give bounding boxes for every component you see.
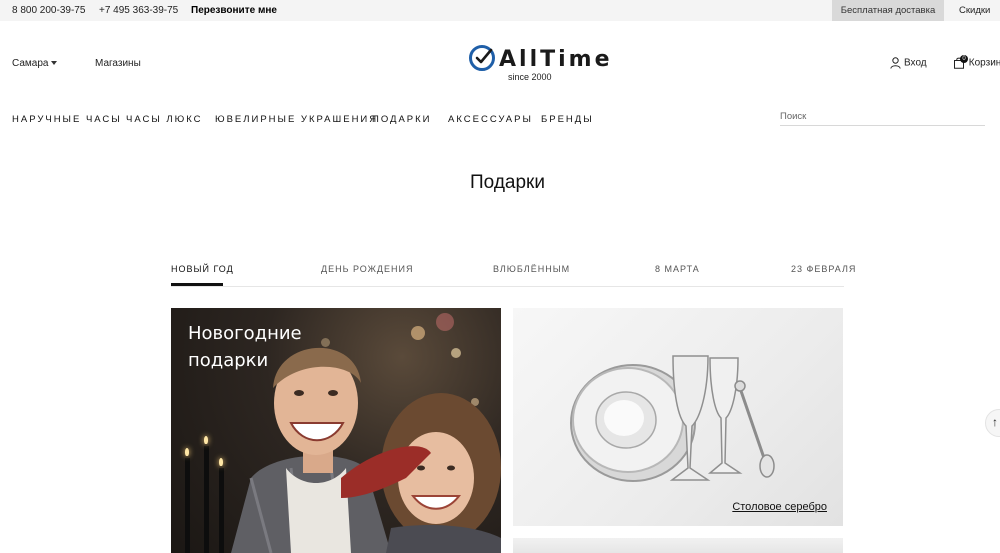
discounts-link[interactable]: Скидки	[959, 5, 990, 16]
arrow-up-icon: ↑	[992, 415, 998, 429]
tab-lovers[interactable]: ВЛЮБЛЁННЫМ	[493, 264, 570, 274]
city-selector[interactable]: Самара	[12, 58, 58, 69]
nav-item-brands[interactable]: БРЕНДЫ	[541, 114, 594, 125]
logo-text: AllTime	[499, 47, 613, 72]
clock-logo-icon	[469, 45, 495, 71]
candle	[185, 458, 190, 553]
phone-2[interactable]: +7 495 363-39-75	[99, 5, 178, 16]
nav-item-jewelry[interactable]: ЮВЕЛИРНЫЕ УКРАШЕНИЯ	[215, 114, 378, 125]
site-logo[interactable]: AllTime since 2000	[468, 42, 610, 86]
tab-march-8[interactable]: 8 МАРТА	[655, 264, 700, 274]
new-year-gifts-banner[interactable]: Новогодние подарки	[171, 308, 501, 553]
next-banner-preview[interactable]	[513, 538, 843, 553]
nav-item-luxury-watches[interactable]: ЧАСЫ ЛЮКС	[126, 114, 203, 125]
caret-down-icon	[51, 61, 58, 66]
tab-birthday[interactable]: ДЕНЬ РОЖДЕНИЯ	[321, 264, 414, 274]
phone-1[interactable]: 8 800 200-39-75	[12, 5, 85, 16]
free-delivery-link[interactable]: Бесплатная доставка	[832, 0, 944, 21]
banner-title-line-2: подарки	[188, 350, 269, 371]
tab-new-year[interactable]: НОВЫЙ ГОД	[171, 264, 234, 274]
active-tab-indicator	[171, 283, 223, 286]
candle-flame	[185, 448, 189, 456]
banner-title-line-1: Новогодние	[188, 323, 302, 344]
page-title: Подарки	[470, 172, 545, 193]
top-utility-bar: 8 800 200-39-75 +7 495 363-39-75 Перезво…	[0, 0, 1000, 21]
cart-count-badge: 0	[960, 55, 968, 63]
stores-link[interactable]: Магазины	[95, 58, 141, 69]
callback-link[interactable]: Перезвоните мне	[191, 5, 277, 16]
cart-link[interactable]: 0 Корзина	[953, 55, 1000, 69]
logo-since: since 2000	[508, 72, 552, 82]
user-icon	[890, 57, 901, 69]
search-input[interactable]	[780, 108, 985, 126]
city-label: Самара	[12, 58, 49, 69]
banner-title: Новогодние подарки	[188, 320, 302, 374]
banner-caption: Столовое серебро	[732, 501, 827, 513]
login-label: Вход	[904, 57, 927, 69]
nav-item-wristwatches[interactable]: НАРУЧНЫЕ ЧАСЫ	[12, 114, 122, 125]
login-link[interactable]: Вход	[890, 57, 927, 69]
gift-occasion-tabs: НОВЫЙ ГОД ДЕНЬ РОЖДЕНИЯ ВЛЮБЛЁННЫМ 8 МАР…	[171, 262, 855, 287]
tab-february-23[interactable]: 23 ФЕВРАЛЯ	[791, 264, 856, 274]
table-silver-banner[interactable]: Столовое серебро	[513, 308, 843, 526]
nav-item-accessories[interactable]: АКСЕССУАРЫ	[448, 114, 533, 125]
nav-item-gifts[interactable]: ПОДАРКИ	[372, 114, 431, 125]
silverware-photo	[570, 355, 775, 482]
scroll-to-top-button[interactable]: ↑	[985, 409, 1000, 437]
cart-label: Корзина	[968, 57, 1000, 69]
